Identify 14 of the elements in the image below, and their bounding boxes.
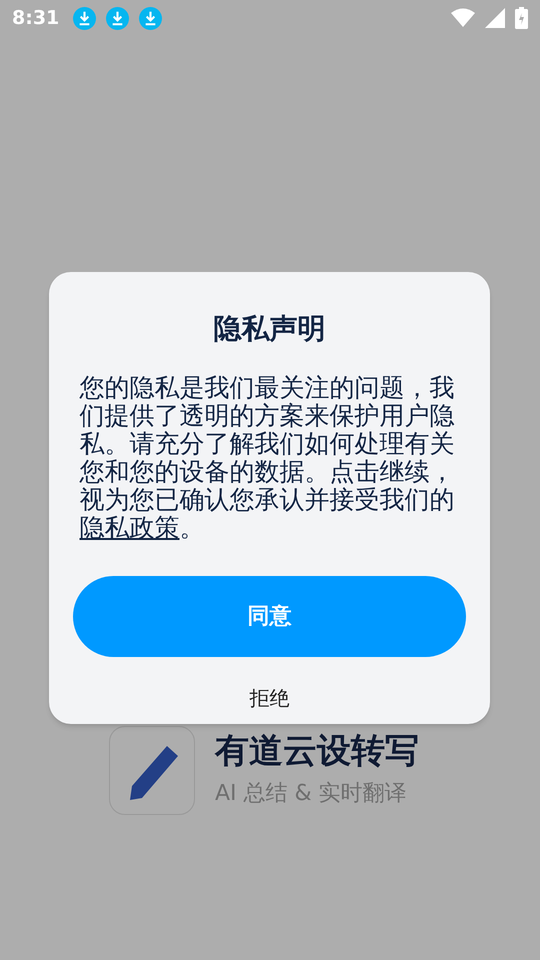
status-time: 8:31 xyxy=(12,6,60,31)
download-icon xyxy=(139,6,162,30)
app-title: 有道云设转写 xyxy=(215,731,419,771)
dialog-body: 您的隐私是我们最关注的问题，我们提供了透明的方案来保护用户隐私。请充分了解我们如何处理有关您和您的设备的数据。点击继续，视为您已确认您承认并接受我们的 隐私政策。 xyxy=(80,374,456,542)
app-subtitle: AI 总结 & 实时翻译 xyxy=(215,780,408,808)
download-icon xyxy=(73,6,96,30)
decline-button[interactable]: 拒绝 xyxy=(242,679,298,717)
dialog-title: 隐私声明 xyxy=(214,311,326,347)
signal-icon xyxy=(485,8,505,28)
privacy-policy-link[interactable]: 隐私政策 xyxy=(80,513,180,542)
battery-icon xyxy=(515,7,528,29)
download-icon xyxy=(106,6,130,30)
wifi-icon xyxy=(451,8,475,28)
app-icon xyxy=(109,726,195,815)
